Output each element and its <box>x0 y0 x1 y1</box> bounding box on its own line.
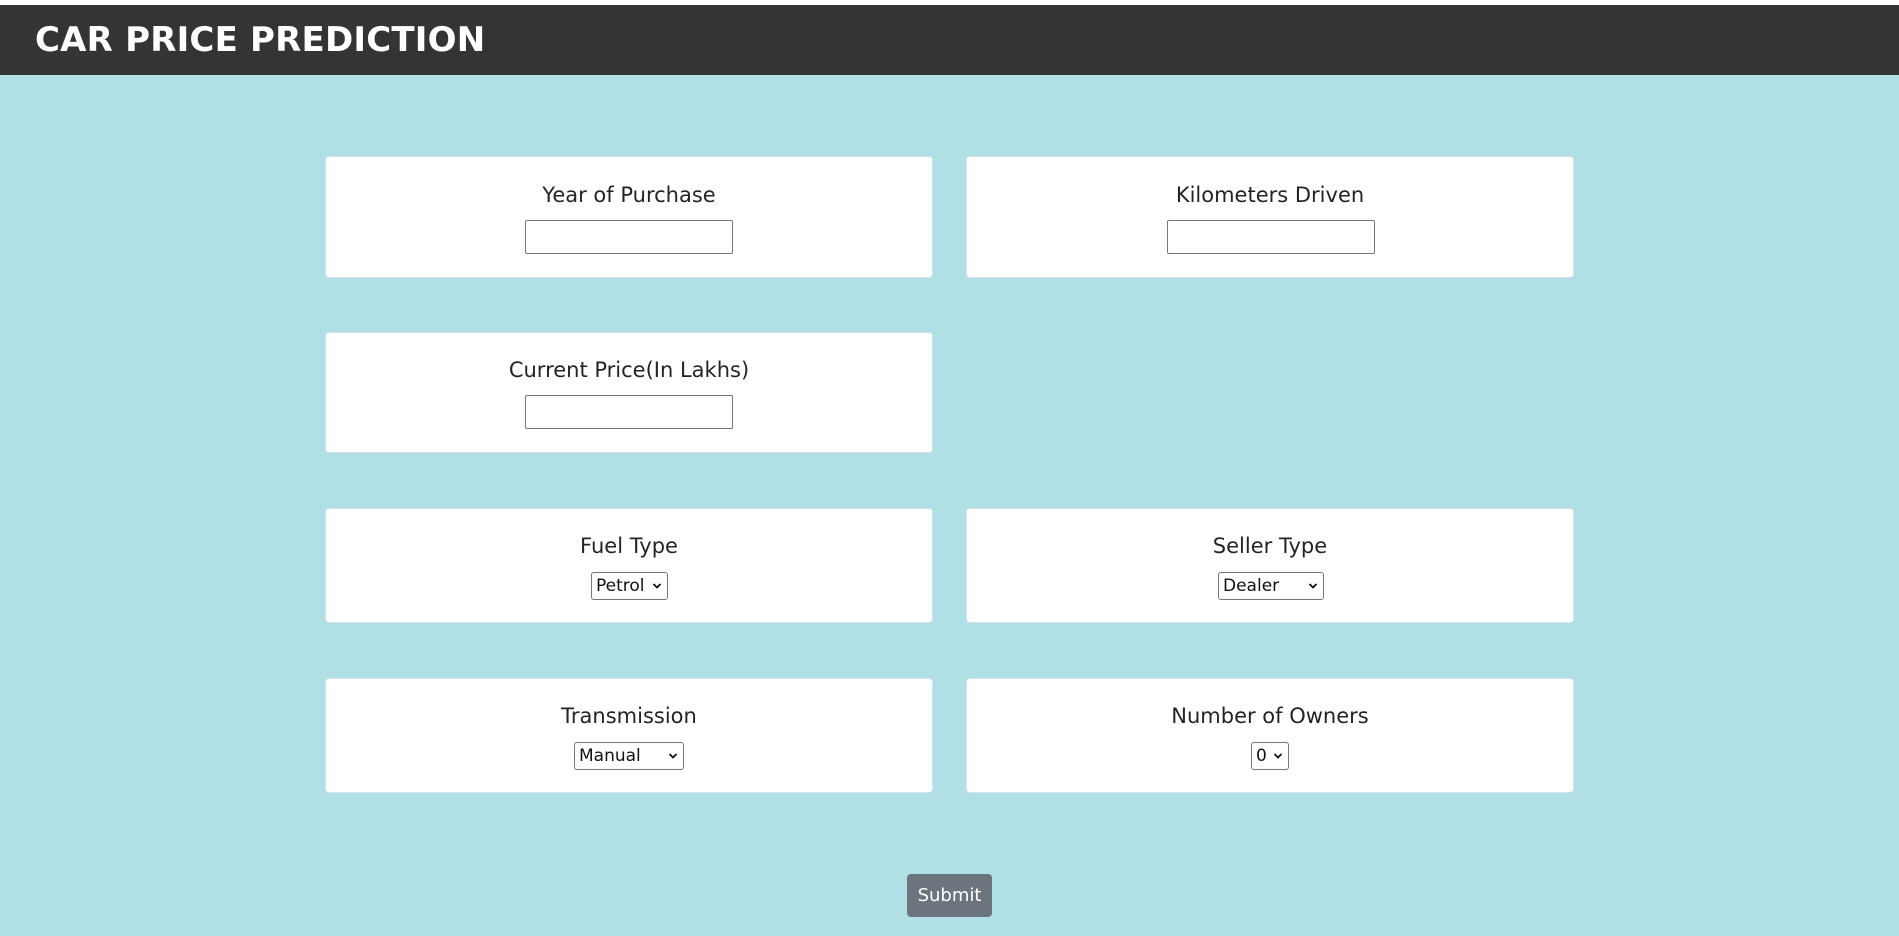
kilometers-driven-input[interactable] <box>1167 220 1375 254</box>
fuel-type-select[interactable]: Petrol <box>591 572 668 600</box>
number-of-owners-select[interactable]: 0 <box>1251 742 1289 770</box>
chevron-down-icon <box>1273 753 1283 759</box>
seller-type-card: Seller Type Dealer <box>966 508 1574 623</box>
year-of-purchase-card: Year of Purchase <box>325 156 933 278</box>
current-price-label: Current Price(In Lakhs) <box>508 358 750 382</box>
current-price-card: Current Price(In Lakhs) <box>325 332 933 453</box>
number-of-owners-label: Number of Owners <box>1171 704 1369 728</box>
chevron-down-icon <box>668 753 678 759</box>
kilometers-driven-label: Kilometers Driven <box>1175 183 1365 207</box>
transmission-label: Transmission <box>561 704 697 728</box>
fuel-type-label: Fuel Type <box>580 534 678 558</box>
seller-type-selected-value: Dealer <box>1223 576 1280 596</box>
number-of-owners-card: Number of Owners 0 <box>966 678 1574 793</box>
app-header: CAR PRICE PREDICTION <box>0 5 1899 75</box>
year-of-purchase-label: Year of Purchase <box>542 183 716 207</box>
current-price-input[interactable] <box>525 395 733 429</box>
kilometers-driven-card: Kilometers Driven <box>966 156 1574 278</box>
seller-type-label: Seller Type <box>1212 534 1328 558</box>
fuel-type-card: Fuel Type Petrol <box>325 508 933 623</box>
chevron-down-icon <box>1308 583 1318 589</box>
seller-type-select[interactable]: Dealer <box>1218 572 1324 600</box>
number-of-owners-selected-value: 0 <box>1256 746 1267 766</box>
year-of-purchase-input[interactable] <box>525 220 733 254</box>
fuel-type-selected-value: Petrol <box>596 576 645 596</box>
page-title: CAR PRICE PREDICTION <box>35 20 486 60</box>
submit-button[interactable]: Submit <box>907 874 992 917</box>
chevron-down-icon <box>652 583 662 589</box>
transmission-card: Transmission Manual <box>325 678 933 793</box>
transmission-selected-value: Manual <box>579 746 641 766</box>
transmission-select[interactable]: Manual <box>574 742 684 770</box>
